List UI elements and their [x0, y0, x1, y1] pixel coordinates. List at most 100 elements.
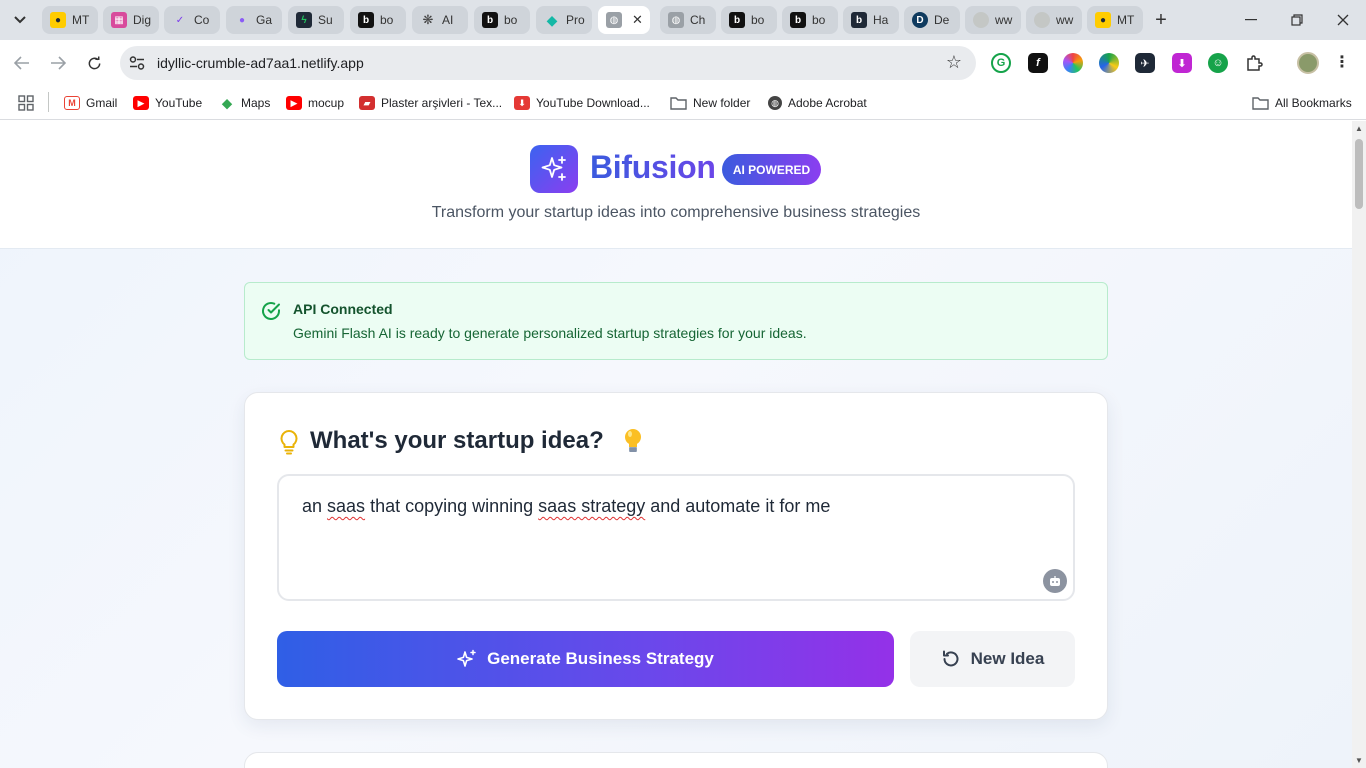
- d-icon: D: [912, 12, 928, 28]
- grammarly-icon[interactable]: G: [991, 53, 1011, 73]
- tab-pro[interactable]: ◆ Pro: [536, 6, 592, 34]
- new-idea-label: New Idea: [970, 649, 1045, 668]
- url-text[interactable]: idyllic-crumble-ad7aa1.netlify.app: [157, 55, 364, 71]
- arrow-left-icon: [14, 56, 29, 70]
- b-icon: b: [790, 12, 806, 28]
- grid-colorful-icon: ▦: [111, 12, 127, 28]
- lightbulb-emoji-icon: [625, 429, 641, 452]
- globe-icon: [1034, 12, 1050, 28]
- bookmark-gmail[interactable]: M Gmail: [64, 93, 117, 113]
- reload-button[interactable]: [82, 51, 106, 75]
- page-viewport: Bifusion AI POWERED Transform your start…: [0, 121, 1352, 768]
- mtn-icon: ●: [50, 12, 66, 28]
- tab-bo-4[interactable]: b bo: [782, 6, 838, 34]
- tab-mtn-2[interactable]: ● MT: [1087, 6, 1143, 34]
- b-icon: b: [482, 12, 498, 28]
- apps-grid-button[interactable]: [18, 93, 34, 113]
- next-section-card: [244, 752, 1108, 768]
- tab-ww-2[interactable]: ww: [1026, 6, 1082, 34]
- robot-extension-icon[interactable]: ☺: [1208, 53, 1228, 73]
- bookmark-plaster[interactable]: ▰ Plaster arşivleri - Tex...: [359, 93, 502, 113]
- tab-bo-2[interactable]: b bo: [474, 6, 530, 34]
- color-picker-icon[interactable]: [1063, 53, 1083, 73]
- diamond-teal-icon: ◆: [546, 11, 558, 28]
- tab-bo-3[interactable]: b bo: [721, 6, 777, 34]
- startup-idea-textarea[interactable]: an saas that copying winning saas strate…: [277, 474, 1075, 601]
- generate-strategy-button[interactable]: Generate Business Strategy: [277, 631, 894, 687]
- back-button[interactable]: [10, 51, 34, 75]
- download-icon: ⬇: [514, 96, 530, 110]
- download-extension-icon[interactable]: ⬇: [1172, 53, 1192, 73]
- tab-de[interactable]: D De: [904, 6, 960, 34]
- tab-ch[interactable]: ◍ Ch: [660, 6, 716, 34]
- page-scrollbar[interactable]: ▲ ▼: [1352, 121, 1366, 768]
- tab-su[interactable]: ϟ Su: [288, 6, 344, 34]
- bookmark-adobe-acrobat[interactable]: ◍ Adobe Acrobat: [768, 93, 867, 113]
- close-window-button[interactable]: [1329, 8, 1357, 32]
- check-purple-icon: ✓: [175, 14, 185, 26]
- close-tab-icon[interactable]: ✕: [632, 12, 643, 28]
- tab-ai[interactable]: ❋ AI: [412, 6, 468, 34]
- minimize-button[interactable]: [1237, 8, 1265, 32]
- b-dark-icon: b: [851, 12, 867, 28]
- extensions-puzzle-icon[interactable]: [1244, 53, 1264, 73]
- new-idea-button[interactable]: New Idea: [910, 631, 1075, 687]
- site-header: Bifusion AI POWERED Transform your start…: [0, 121, 1352, 249]
- idea-text-value[interactable]: an saas that copying winning saas strate…: [302, 496, 830, 517]
- site-info-icon[interactable]: [128, 54, 146, 72]
- spy-icon[interactable]: ✈: [1135, 53, 1155, 73]
- generate-strategy-label: Generate Business Strategy: [487, 649, 714, 668]
- tab-dig[interactable]: ▦ Dig: [103, 6, 159, 34]
- folder-icon: [1252, 97, 1269, 110]
- globe-extension-icon[interactable]: [1099, 53, 1119, 73]
- forward-button[interactable]: [46, 51, 70, 75]
- globe-icon: ◍: [606, 12, 622, 28]
- check-circle-icon: [262, 302, 280, 320]
- scrollbar-thumb[interactable]: [1355, 139, 1363, 209]
- tab-ga[interactable]: ● Ga: [226, 6, 282, 34]
- tab-bo-1[interactable]: b bo: [350, 6, 406, 34]
- robot-assist-icon[interactable]: [1043, 569, 1067, 593]
- tab-active[interactable]: ◍ ✕: [598, 6, 650, 34]
- bookmarks-bar: M Gmail ▶ YouTube ⬥ Maps ▶ mocup ▰ Plaster ar…: [0, 86, 1366, 120]
- restore-icon: [1291, 14, 1303, 26]
- address-bar[interactable]: idyllic-crumble-ad7aa1.netlify.app ☆: [120, 46, 976, 80]
- tab-ha[interactable]: b Ha: [843, 6, 899, 34]
- tab-co[interactable]: ✓ Co: [164, 6, 220, 34]
- brand-name: Bifusion: [590, 149, 716, 185]
- apps-grid-icon: [18, 95, 34, 111]
- arrow-right-icon: [51, 56, 66, 70]
- scroll-down-arrow-icon[interactable]: ▼: [1355, 756, 1363, 765]
- api-status-card: API Connected Gemini Flash AI is ready t…: [244, 282, 1108, 360]
- gmail-icon: M: [64, 96, 80, 110]
- profile-avatar[interactable]: [1297, 52, 1319, 74]
- tab-ww-1[interactable]: ww: [965, 6, 1021, 34]
- fontface-ninja-icon[interactable]: f: [1028, 53, 1048, 73]
- bookmark-mocup[interactable]: ▶ mocup: [286, 93, 344, 113]
- all-bookmarks-button[interactable]: All Bookmarks: [1252, 93, 1352, 113]
- circle-purple-icon: ●: [238, 14, 246, 26]
- ai-powered-badge: AI POWERED: [722, 154, 821, 185]
- maps-icon: ⬥: [222, 94, 232, 111]
- new-tab-button[interactable]: +: [1149, 8, 1173, 32]
- sparkles-logo-icon: [530, 145, 578, 193]
- bookmark-star-icon[interactable]: ☆: [946, 52, 962, 73]
- youtube-icon: ▶: [286, 96, 302, 110]
- bolt-green-icon: ϟ: [296, 12, 312, 28]
- idea-section-title: What's your startup idea?: [310, 427, 604, 454]
- chevron-down-icon: [14, 16, 26, 24]
- api-status-description: Gemini Flash AI is ready to generate per…: [293, 325, 807, 341]
- bookmark-new-folder[interactable]: New folder: [670, 93, 750, 113]
- rotate-ccw-icon: [942, 650, 959, 667]
- tab-mtn-1[interactable]: ● MT: [42, 6, 98, 34]
- bookmark-maps[interactable]: ⬥ Maps: [219, 93, 270, 113]
- scroll-up-arrow-icon[interactable]: ▲: [1355, 124, 1363, 133]
- browser-toolbar: idyllic-crumble-ad7aa1.netlify.app ☆ G f…: [0, 40, 1366, 86]
- youtube-icon: ▶: [133, 96, 149, 110]
- bookmark-youtube-download[interactable]: ⬇ YouTube Download...: [514, 93, 650, 113]
- tab-search-button[interactable]: [6, 8, 34, 32]
- restore-button[interactable]: [1283, 8, 1311, 32]
- menu-kebab-icon[interactable]: ⋮: [1334, 52, 1350, 72]
- bookmark-youtube[interactable]: ▶ YouTube: [133, 93, 202, 113]
- close-icon: [1337, 14, 1349, 26]
